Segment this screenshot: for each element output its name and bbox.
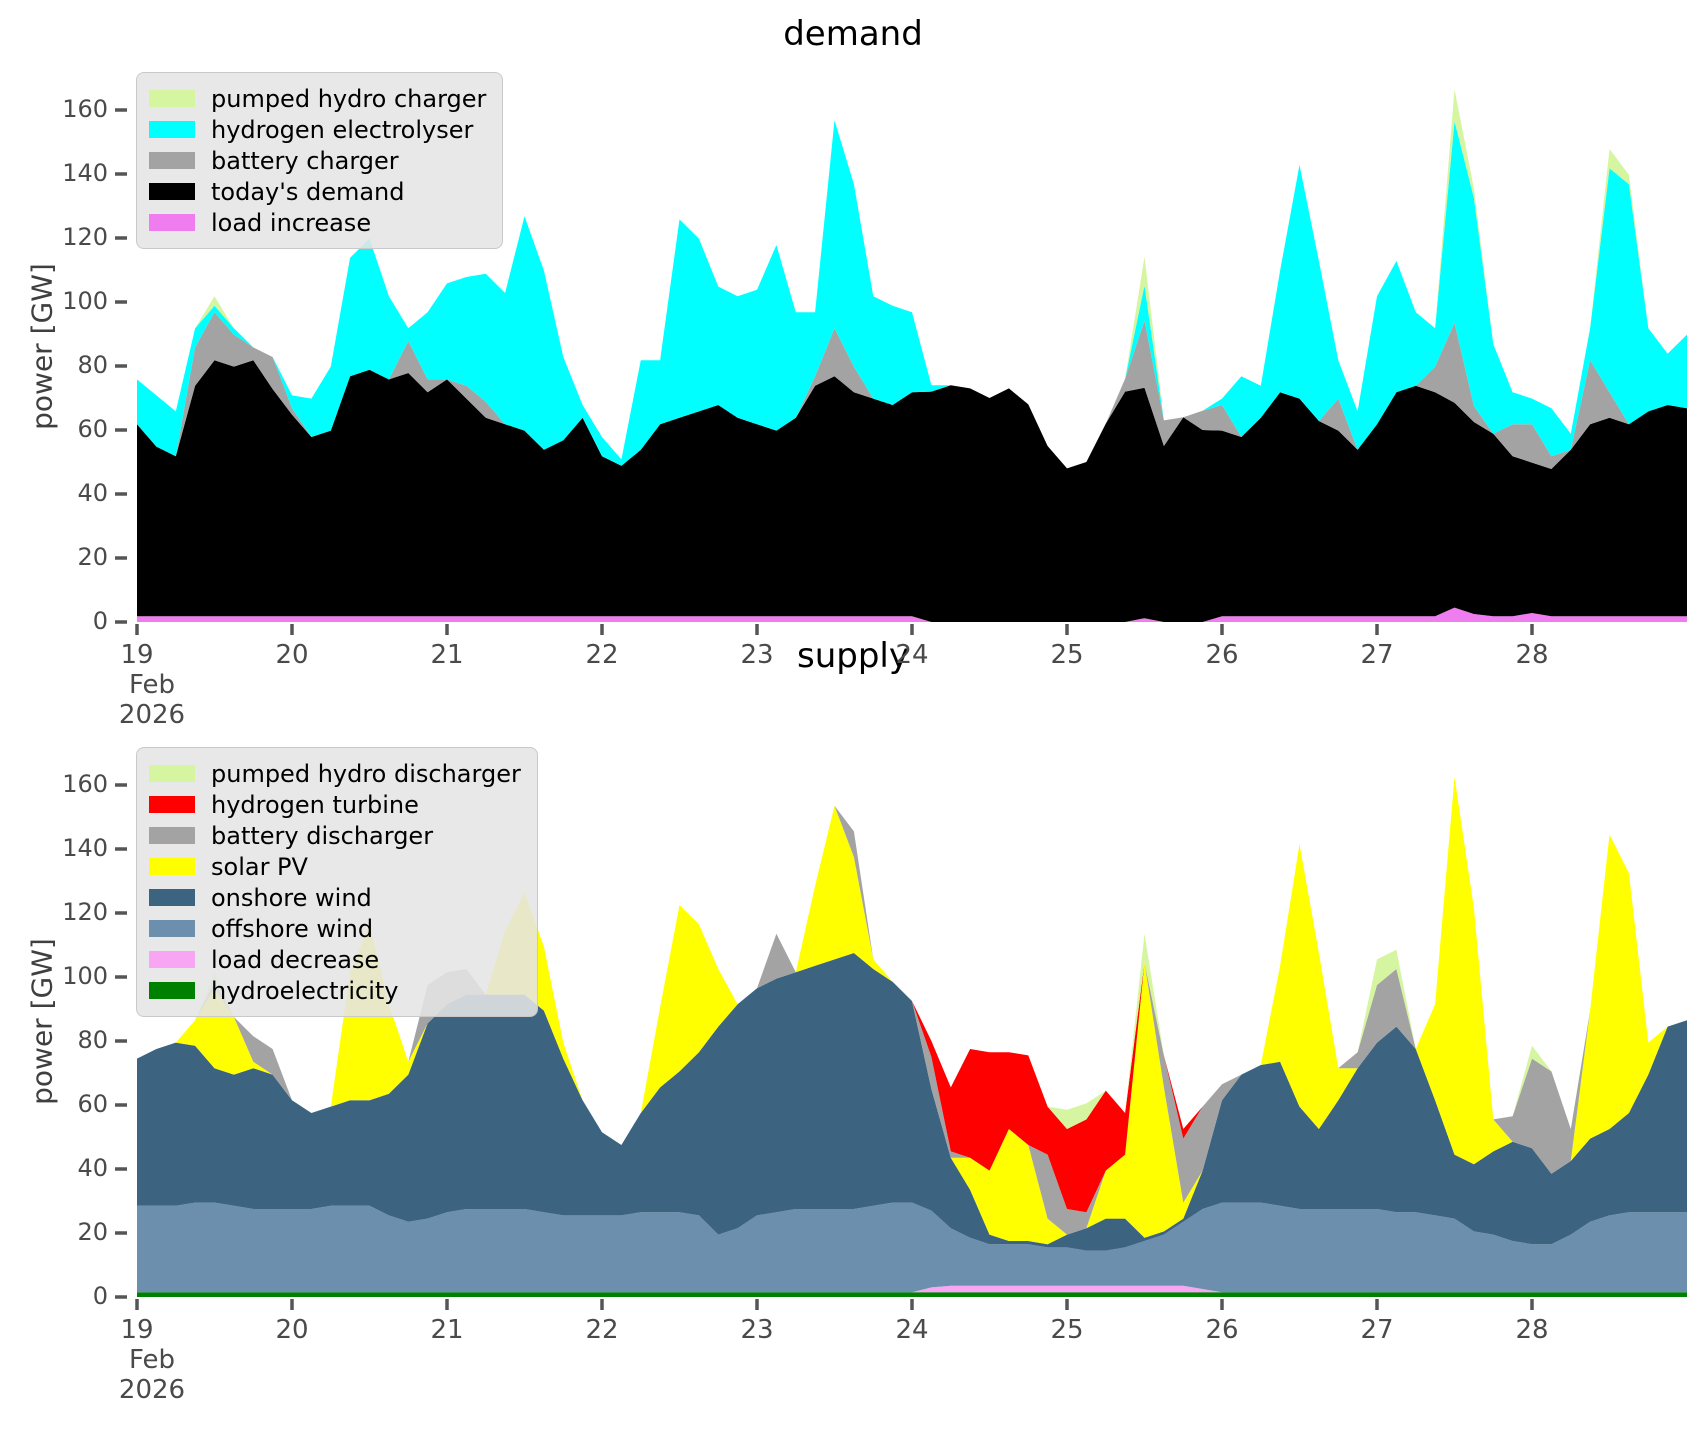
y-tick-label: 60 [77, 1090, 108, 1118]
legend-label: load increase [211, 208, 372, 237]
y-tick-label: 80 [77, 351, 108, 379]
x-tick-label: 28 [1515, 1315, 1549, 1345]
legend-swatch-onshore_wind [149, 889, 195, 906]
x-tick-label: 24 [895, 1315, 929, 1345]
legend-swatch-load_decrease [149, 951, 195, 968]
legend-label: solar PV [211, 852, 308, 881]
y-tick-label: 120 [62, 223, 108, 251]
y-tick-label: 80 [77, 1026, 108, 1054]
x-tick-label: 22 [585, 1315, 619, 1345]
x-tick-label: 24 [895, 640, 929, 670]
legend-item-pumped_hydro_charger: pumped hydro charger [149, 83, 486, 114]
x-tick-label: 28 [1515, 640, 1549, 670]
legend-label: load decrease [211, 945, 380, 974]
legend-label: hydrogen electrolyser [211, 115, 474, 144]
legend-label: pumped hydro discharger [211, 759, 521, 788]
x-tick-label: 23 [740, 640, 774, 670]
x-tick-label: 20 [275, 640, 309, 670]
x-axis-date-sublabel: 2026 [118, 700, 186, 730]
demand-legend: pumped hydro charger hydrogen electrolyse… [136, 72, 504, 249]
x-tick-label: 26 [1205, 1315, 1239, 1345]
legend-label: battery discharger [211, 821, 434, 850]
y-tick-label: 140 [62, 159, 108, 187]
x-tick-label: 27 [1360, 1315, 1394, 1345]
legend-swatch-hydrogen_turbine [149, 796, 195, 813]
y-tick-label: 100 [62, 962, 108, 990]
area-hydroelectricity-supply [137, 1292, 1687, 1297]
supply-legend: pumped hydro discharger hydrogen turbine b… [136, 747, 538, 1017]
legend-item-offshore_wind: offshore wind [149, 913, 521, 944]
x-tick-label: 20 [275, 1315, 309, 1345]
y-tick-label: 100 [62, 287, 108, 315]
legend-swatch-solar_pv [149, 858, 195, 875]
legend-item-load_decrease: load decrease [149, 944, 521, 975]
y-tick-label: 20 [77, 543, 108, 571]
legend-item-onshore_wind: onshore wind [149, 882, 521, 913]
y-tick-label: 160 [62, 770, 108, 798]
x-tick-label: 21 [430, 1315, 464, 1345]
y-tick-label: 40 [77, 479, 108, 507]
legend-label: battery charger [211, 146, 399, 175]
x-tick-label: 21 [430, 640, 464, 670]
x-tick-label: 25 [1050, 1315, 1084, 1345]
x-tick-label: 23 [740, 1315, 774, 1345]
legend-label: today's demand [211, 177, 405, 206]
legend-label: pumped hydro charger [211, 84, 487, 113]
x-tick-label: 22 [585, 640, 619, 670]
y-tick-label: 140 [62, 834, 108, 862]
x-tick-label: 19 [120, 1315, 154, 1345]
y-tick-label: 120 [62, 898, 108, 926]
legend-item-hydroelectricity: hydroelectricity [149, 975, 521, 1006]
x-tick-label: 25 [1050, 640, 1084, 670]
legend-swatch-hydrogen_electrolyser [149, 121, 195, 138]
legend-label: onshore wind [211, 883, 372, 912]
legend-item-pumped_hydro_discharger: pumped hydro discharger [149, 758, 521, 789]
figure: demand supply power [GW] power [GW] pump… [0, 0, 1706, 1431]
legend-item-hydrogen_turbine: hydrogen turbine [149, 789, 521, 820]
y-tick-label: 0 [92, 607, 108, 635]
legend-label: offshore wind [211, 914, 374, 943]
legend-label: hydrogen turbine [211, 790, 419, 819]
x-axis-date-sublabel: 2026 [118, 1375, 186, 1405]
legend-swatch-pumped_hydro_discharger [149, 765, 195, 782]
x-tick-label: 19 [120, 640, 154, 670]
legend-swatch-battery_discharger [149, 827, 195, 844]
legend-swatch-battery_charger [149, 152, 195, 169]
y-tick-label: 40 [77, 1154, 108, 1182]
x-axis-date-sublabel: Feb [128, 1345, 176, 1375]
legend-item-battery_discharger: battery discharger [149, 820, 521, 851]
x-tick-label: 27 [1360, 640, 1394, 670]
legend-item-hydrogen_electrolyser: hydrogen electrolyser [149, 114, 486, 145]
legend-item-todays_demand: today's demand [149, 176, 486, 207]
legend-swatch-pumped_hydro_charger [149, 90, 195, 107]
legend-swatch-offshore_wind [149, 920, 195, 937]
legend-label: hydroelectricity [211, 976, 399, 1005]
x-tick-label: 26 [1205, 640, 1239, 670]
legend-swatch-load_increase [149, 214, 195, 231]
legend-swatch-todays_demand [149, 183, 195, 200]
legend-swatch-hydroelectricity [149, 982, 195, 999]
demand-chart-title: demand [783, 14, 923, 54]
legend-item-solar_pv: solar PV [149, 851, 521, 882]
legend-item-load_increase: load increase [149, 207, 486, 238]
y-tick-label: 20 [77, 1218, 108, 1246]
legend-item-battery_charger: battery charger [149, 145, 486, 176]
y-tick-label: 60 [77, 415, 108, 443]
x-axis-date-sublabel: Feb [128, 670, 176, 700]
y-tick-label: 0 [92, 1282, 108, 1310]
y-tick-label: 160 [62, 95, 108, 123]
